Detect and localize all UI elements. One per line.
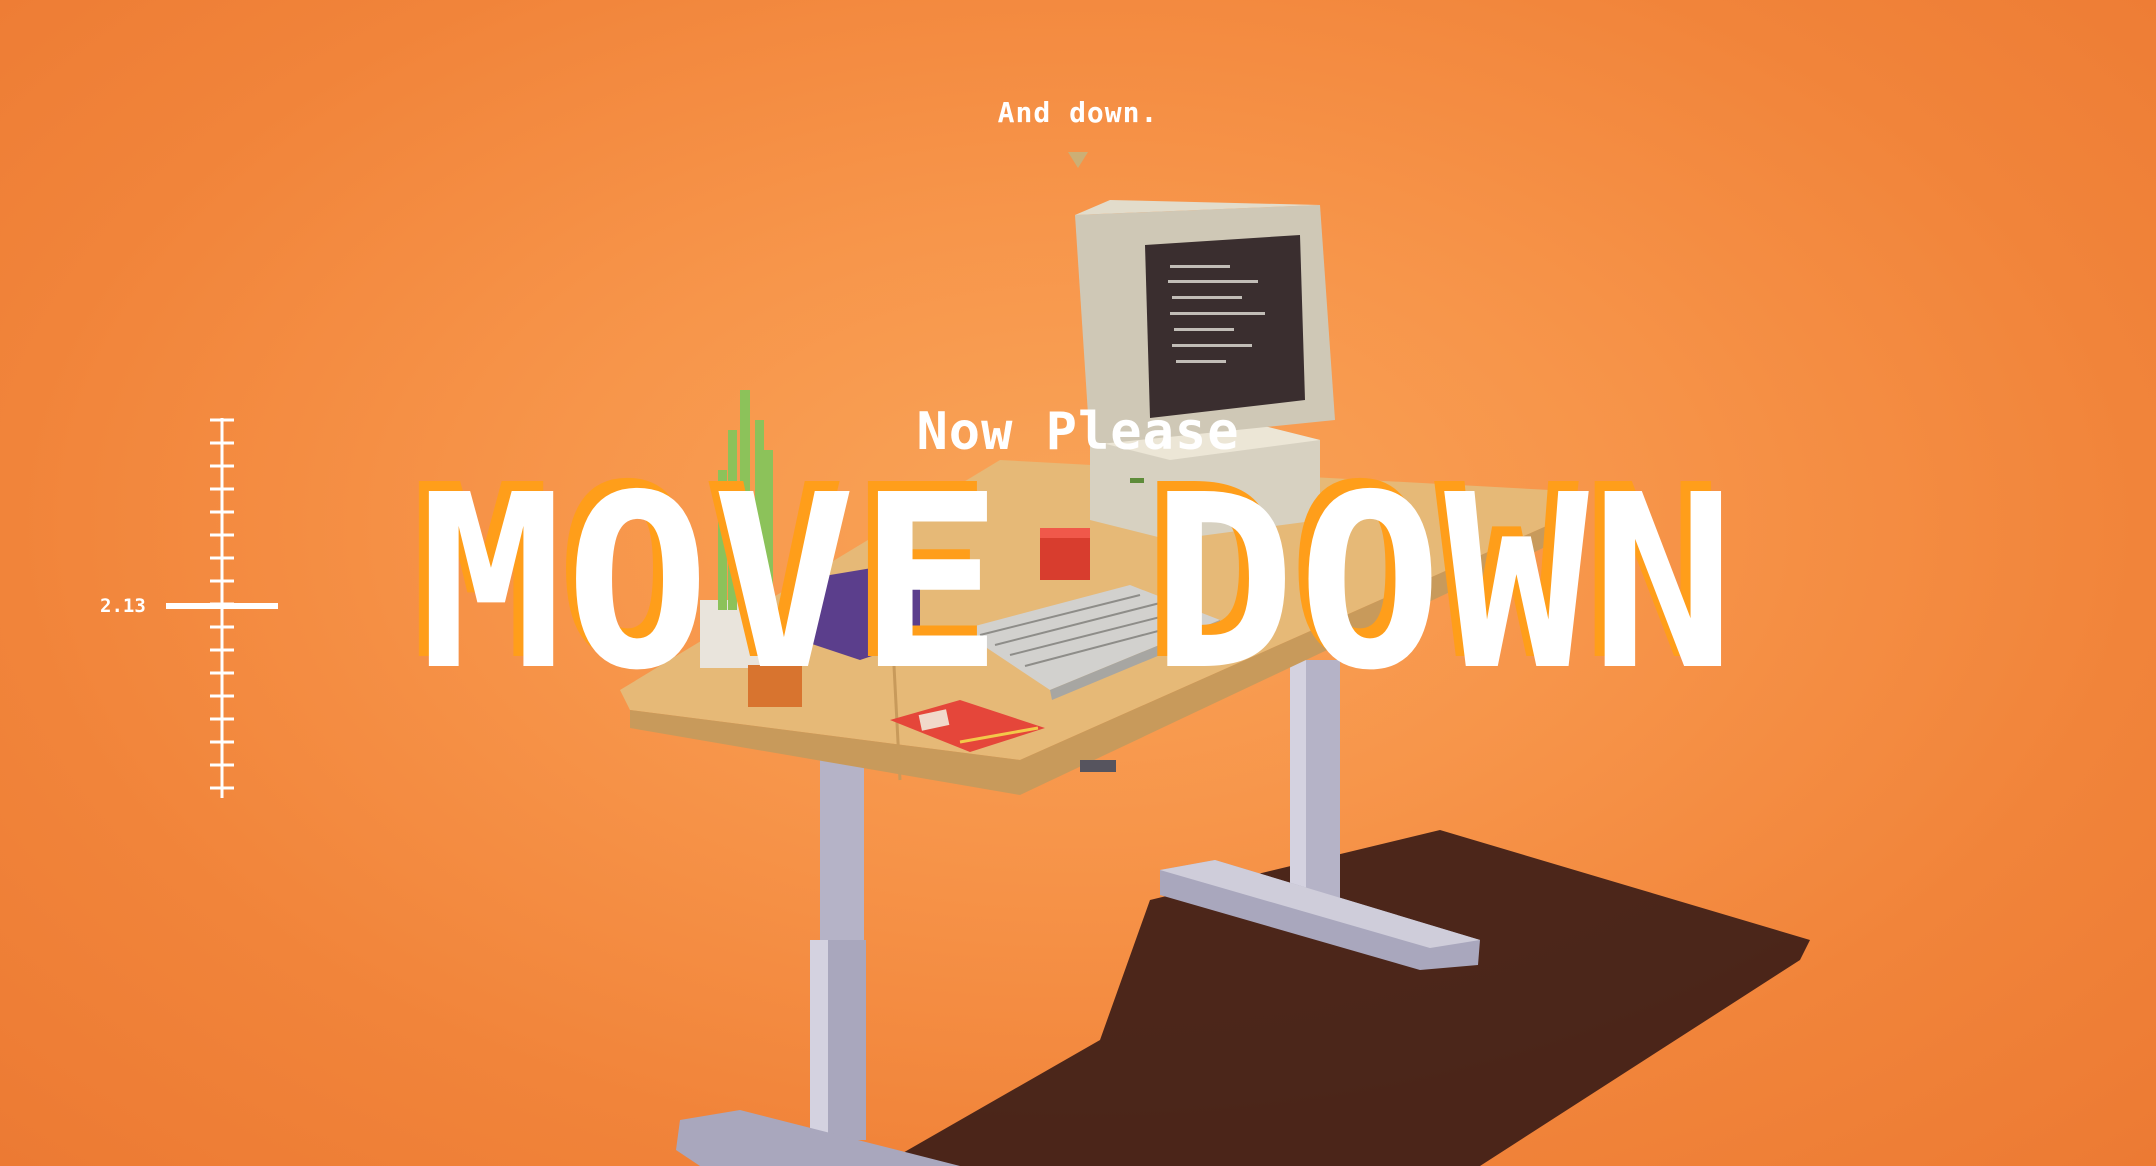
- hint-text: And down.: [997, 96, 1159, 129]
- down-arrow-icon: [1068, 152, 1088, 168]
- crt-screen: [1145, 235, 1305, 418]
- desk-control-pad: [1080, 760, 1116, 772]
- desk-shadow: [880, 830, 1810, 1166]
- prompt-title: MOVE DOWN: [418, 443, 1738, 723]
- height-value: 2.13: [100, 595, 146, 617]
- desk-leg-front-left: [820, 750, 864, 950]
